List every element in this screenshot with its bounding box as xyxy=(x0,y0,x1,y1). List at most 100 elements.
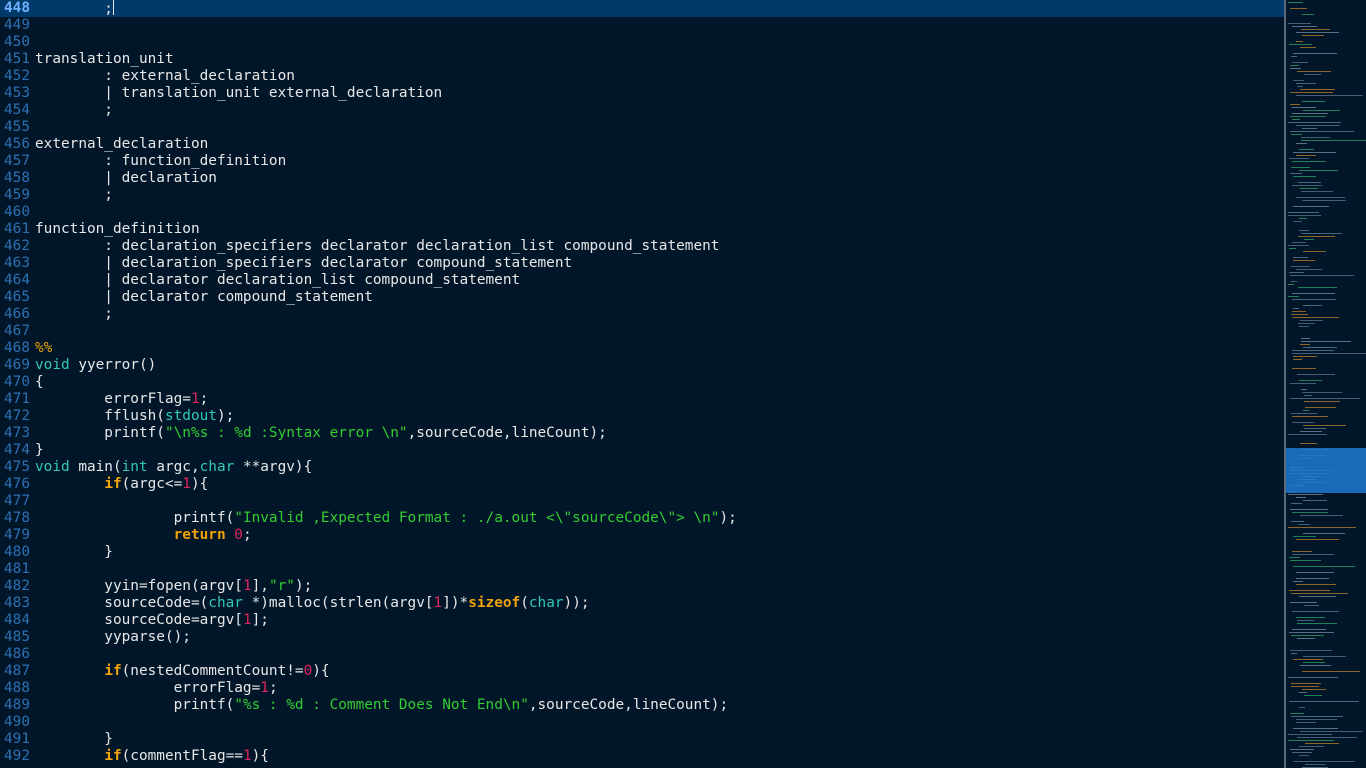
code-token-keyword-type: char xyxy=(528,595,564,611)
code-token-text: ; xyxy=(35,306,113,322)
code-line[interactable]: 458 | declaration xyxy=(0,170,1286,187)
minimap-line xyxy=(1290,104,1300,105)
code-line[interactable]: 476 if(argc<=1){ xyxy=(0,476,1286,493)
minimap-line xyxy=(1297,620,1314,621)
minimap-line xyxy=(1297,86,1303,87)
code-line[interactable]: 474} xyxy=(0,442,1286,459)
code-line[interactable]: 472 fflush(stdout); xyxy=(0,408,1286,425)
minimap-line xyxy=(1293,206,1329,207)
code-token-number: 1 xyxy=(242,578,252,594)
minimap-line xyxy=(1300,320,1323,321)
minimap[interactable] xyxy=(1286,0,1366,768)
line-code: external_declaration xyxy=(35,136,208,153)
code-line[interactable]: 464 | declarator declaration_list compou… xyxy=(0,272,1286,289)
minimap-line xyxy=(1296,269,1322,270)
code-line[interactable]: 461 function_definition xyxy=(0,221,1286,238)
minimap-line xyxy=(1302,200,1346,201)
minimap-line xyxy=(1290,8,1307,9)
code-line[interactable]: 491 } xyxy=(0,731,1286,748)
code-line[interactable]: 459 ; xyxy=(0,187,1286,204)
code-line[interactable]: 487 if(nestedCommentCount!=0){ xyxy=(0,663,1286,680)
code-line[interactable]: 465 | declarator compound_statement xyxy=(0,289,1286,306)
minimap-line xyxy=(1296,125,1340,126)
minimap-line xyxy=(1299,230,1309,231)
line-code: : function_definition xyxy=(35,153,286,170)
code-line[interactable]: 468%% xyxy=(0,340,1286,357)
code-line[interactable]: 480 } xyxy=(0,544,1286,561)
code-line[interactable]: 450 xyxy=(0,34,1286,51)
code-line[interactable]: 488 errorFlag=1; xyxy=(0,680,1286,697)
minimap-line xyxy=(1298,323,1315,324)
code-line[interactable]: 486 xyxy=(0,646,1286,663)
minimap-line xyxy=(1293,581,1303,582)
code-line[interactable]: 479 return 0; xyxy=(0,527,1286,544)
code-line[interactable]: 485 yyparse(); xyxy=(0,629,1286,646)
minimap-line xyxy=(1288,215,1321,216)
minimap-line xyxy=(1288,677,1338,678)
code-token-text: sourceCode=( xyxy=(35,595,209,611)
minimap-line xyxy=(1290,398,1360,399)
code-line[interactable]: 473 printf("\n%s : %d :Syntax error \n",… xyxy=(0,425,1286,442)
code-line[interactable]: 484 sourceCode=argv[1]; xyxy=(0,612,1286,629)
code-line[interactable]: 471 errorFlag=1; xyxy=(0,391,1286,408)
line-code: if(argc<=1){ xyxy=(35,476,208,493)
minimap-line xyxy=(1296,41,1303,42)
minimap-line xyxy=(1300,731,1363,732)
code-line[interactable]: 481 xyxy=(0,561,1286,578)
code-line[interactable]: 489 printf("%s : %d : Comment Does Not E… xyxy=(0,697,1286,714)
line-number: 453 xyxy=(4,85,30,101)
minimap-line xyxy=(1302,392,1342,393)
code-lines[interactable]: 448 ; 449 450 451 translation_unit 452 : exte… xyxy=(0,0,1286,765)
code-line[interactable]: 452 : external_declaration xyxy=(0,68,1286,85)
code-line[interactable]: 475 void main(int argc,char **argv){ xyxy=(0,459,1286,476)
code-token-text: } xyxy=(35,544,113,560)
line-number: 471 xyxy=(4,391,30,407)
code-line[interactable]: 456 external_declaration xyxy=(0,136,1286,153)
current-code-line[interactable]: 448 ; xyxy=(0,0,1286,17)
code-line[interactable]: 482 yyin=fopen(argv[1],"r"); xyxy=(0,578,1286,595)
code-line[interactable]: 463 | declaration_specifiers declarator … xyxy=(0,255,1286,272)
code-line[interactable]: 466 ; xyxy=(0,306,1286,323)
code-line[interactable]: 457 : function_definition xyxy=(0,153,1286,170)
code-token-text: yyparse(); xyxy=(35,629,191,645)
code-line[interactable]: 492 if(commentFlag==1){ xyxy=(0,748,1286,765)
code-line[interactable]: 470 { xyxy=(0,374,1286,391)
code-line[interactable]: 454 ; xyxy=(0,102,1286,119)
code-line[interactable]: 477 xyxy=(0,493,1286,510)
minimap-line xyxy=(1290,116,1326,117)
minimap-line xyxy=(1290,92,1333,93)
minimap-line xyxy=(1297,623,1337,624)
line-number: 476 xyxy=(4,476,30,492)
minimap-line xyxy=(1288,434,1327,435)
code-token-text: **argv){ xyxy=(234,459,313,475)
minimap-viewport[interactable] xyxy=(1286,447,1366,494)
minimap-line xyxy=(1298,182,1321,183)
minimap-line xyxy=(1296,722,1316,723)
code-token-number: 1 xyxy=(433,595,443,611)
line-number: 452 xyxy=(4,68,30,84)
line-code: } xyxy=(35,442,44,459)
code-line[interactable]: 455 xyxy=(0,119,1286,136)
code-line[interactable]: 478 printf("Invalid ,Expected Format : .… xyxy=(0,510,1286,527)
code-line[interactable]: 483 sourceCode=(char *)malloc(strlen(arg… xyxy=(0,595,1286,612)
code-token-string: "%s : %d : Comment Does Not End\n" xyxy=(234,697,529,713)
code-line[interactable]: 462 : declaration_specifiers declarator … xyxy=(0,238,1286,255)
code-token-string: "Invalid ,Expected Format : ./a.out <\"s… xyxy=(234,510,720,526)
code-line[interactable]: 460 xyxy=(0,204,1286,221)
code-line[interactable]: 469 void yyerror() xyxy=(0,357,1286,374)
minimap-line xyxy=(1292,629,1326,630)
line-number: 475 xyxy=(4,459,30,475)
code-token-text: argc, xyxy=(147,459,200,475)
code-line[interactable]: 467 xyxy=(0,323,1286,340)
code-token-keyword-type: stdout xyxy=(164,408,217,424)
code-line[interactable]: 451 translation_unit xyxy=(0,51,1286,68)
code-editor[interactable]: 448 ; 449 450 451 translation_unit 452 : exte… xyxy=(0,0,1286,768)
minimap-line xyxy=(1288,284,1294,285)
code-line[interactable]: 453 | translation_unit external_declarat… xyxy=(0,85,1286,102)
minimap-line xyxy=(1289,248,1296,249)
code-token-text: | declaration_specifiers declarator comp… xyxy=(35,255,573,271)
code-token-text: function_definition xyxy=(35,221,200,237)
code-line[interactable]: 449 xyxy=(0,17,1286,34)
line-number: 487 xyxy=(4,663,30,679)
code-line[interactable]: 490 xyxy=(0,714,1286,731)
